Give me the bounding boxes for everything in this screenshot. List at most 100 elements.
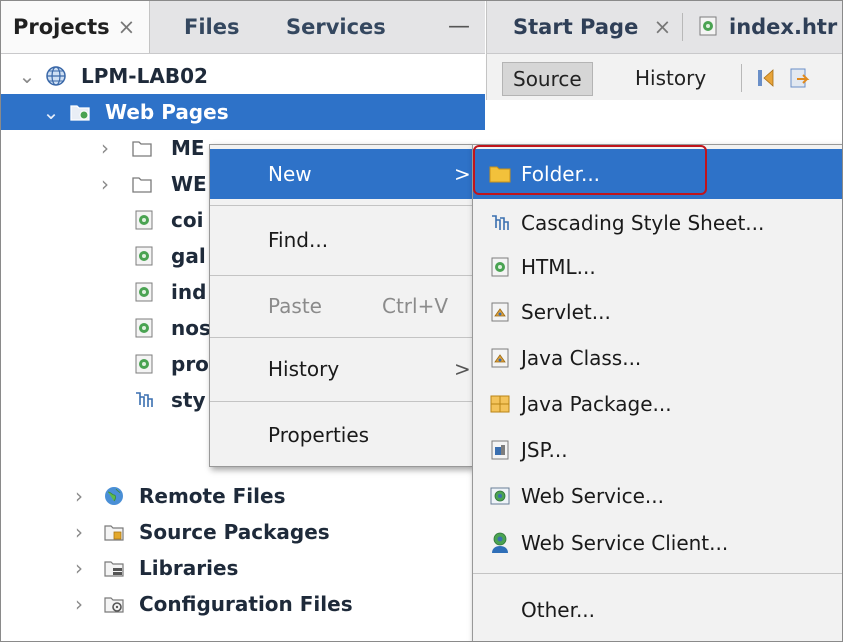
folder-highlight-annotation	[473, 145, 707, 195]
web-service-client-icon	[492, 532, 508, 553]
tab-services[interactable]: Services	[286, 1, 386, 53]
menu-item-properties[interactable]: Properties	[210, 407, 472, 463]
java-package-icon	[490, 395, 510, 413]
toolbar-separator	[741, 64, 742, 92]
chevron-right-icon[interactable]: ›	[69, 586, 89, 622]
menu-item-find[interactable]: Find...	[210, 211, 472, 269]
tree-node-label: sty	[171, 388, 206, 412]
menu-item-new[interactable]: New >	[210, 149, 472, 199]
chevron-right-icon[interactable]: ›	[69, 514, 89, 550]
web-project-icon	[46, 66, 66, 86]
web-pages-folder-icon	[70, 105, 90, 121]
css-icon	[492, 215, 509, 230]
menu-separator	[210, 337, 472, 338]
menu-item-label: Properties	[268, 423, 370, 447]
chevron-right-icon: >	[454, 162, 471, 186]
menu-separator	[473, 573, 842, 574]
tree-node-label: ind	[171, 280, 207, 304]
submenu-item-servlet[interactable]: Servlet...	[473, 289, 842, 335]
submenu-item-html[interactable]: HTML...	[473, 245, 842, 289]
back-to-last-edit-icon[interactable]	[755, 66, 779, 90]
chevron-down-icon[interactable]: ⌄	[17, 58, 37, 94]
tree-node-label: nos	[171, 316, 211, 340]
tree-node-label: Libraries	[139, 556, 239, 580]
configuration-files-icon	[104, 597, 124, 613]
menu-item-label: JSP...	[521, 438, 568, 462]
menu-item-paste[interactable]: Paste Ctrl+V	[210, 281, 472, 331]
html-file-icon	[135, 354, 153, 374]
tab-projects-label: Projects	[13, 15, 110, 39]
new-submenu: Folder... Cascading Style Sheet... HTML.…	[472, 144, 842, 641]
submenu-item-web-service[interactable]: Web Service...	[473, 473, 842, 519]
history-button[interactable]: History	[625, 62, 716, 94]
close-icon[interactable]: ×	[118, 15, 136, 39]
submenu-item-jsp[interactable]: JSP...	[473, 427, 842, 473]
tree-node-label: WE	[171, 172, 207, 196]
tree-node-web-pages[interactable]: ⌄ Web Pages	[1, 94, 485, 130]
menu-item-history[interactable]: History >	[210, 343, 472, 395]
submenu-item-web-service-client[interactable]: Web Service Client...	[473, 519, 842, 567]
tree-node-label: pro	[171, 352, 209, 376]
html-file-icon	[135, 210, 153, 230]
chevron-right-icon[interactable]: ›	[95, 166, 115, 202]
java-class-icon	[491, 348, 509, 368]
folder-icon	[132, 141, 152, 157]
menu-item-label: Java Class...	[521, 346, 642, 370]
tree-node-label: ME	[171, 136, 205, 160]
tree-node-label: Web Pages	[105, 100, 229, 124]
html-file-icon	[135, 246, 153, 266]
html-file-icon	[135, 282, 153, 302]
source-packages-icon	[104, 525, 124, 541]
minimize-icon[interactable]: —	[448, 1, 470, 53]
tree-node-label: Configuration Files	[139, 592, 353, 616]
menu-separator	[210, 205, 472, 206]
menu-separator	[210, 275, 472, 276]
tree-node-label: gal	[171, 244, 206, 268]
shortcut-label: Ctrl+V	[382, 294, 449, 318]
chevron-right-icon[interactable]: ›	[69, 478, 89, 514]
submenu-item-java-package[interactable]: Java Package...	[473, 381, 842, 427]
submenu-item-css[interactable]: Cascading Style Sheet...	[473, 201, 842, 245]
menu-item-label: Cascading Style Sheet...	[521, 211, 765, 235]
chevron-right-icon[interactable]: ›	[95, 130, 115, 166]
servlet-icon	[491, 302, 509, 322]
editor-toolbar: Source History	[486, 54, 842, 100]
chevron-right-icon: >	[454, 357, 471, 381]
jsp-icon	[491, 440, 509, 460]
menu-item-label: New	[268, 162, 312, 186]
submenu-item-other[interactable]: Other...	[473, 581, 842, 639]
folder-icon	[132, 177, 152, 193]
html-file-icon	[699, 16, 717, 36]
chevron-right-icon[interactable]: ›	[69, 550, 89, 586]
menu-item-label: Find...	[268, 228, 329, 252]
web-service-icon	[490, 487, 510, 505]
menu-item-label: Paste	[268, 294, 322, 318]
menu-item-label: Web Service...	[521, 484, 664, 508]
tab-start-page[interactable]: Start Page ×	[513, 1, 671, 53]
ide-window: Projects × Files Services — ⌄ LPM-LAB02 ⌄…	[0, 0, 843, 642]
tab-files[interactable]: Files	[184, 1, 239, 53]
tree-node-label: LPM-LAB02	[81, 64, 208, 88]
tree-node-label: Source Packages	[139, 520, 330, 544]
menu-item-label: History	[268, 357, 340, 381]
source-button[interactable]: Source	[502, 62, 593, 96]
back-icon[interactable]	[787, 66, 811, 90]
context-menu: New > Find... Paste Ctrl+V History > Pro…	[209, 144, 473, 467]
tree-node-label: coi	[171, 208, 204, 232]
tab-start-page-label: Start Page	[513, 15, 639, 39]
close-icon[interactable]: ×	[654, 15, 672, 39]
css-icon	[136, 392, 153, 407]
tab-projects[interactable]: Projects ×	[1, 1, 151, 53]
chevron-down-icon[interactable]: ⌄	[41, 94, 61, 130]
menu-separator	[210, 401, 472, 402]
tab-index-html-label: index.htr	[729, 15, 838, 39]
html-file-icon	[491, 257, 509, 277]
tree-node-label: Remote Files	[139, 484, 286, 508]
globe-icon	[105, 487, 123, 505]
menu-item-label: Web Service Client...	[521, 531, 729, 555]
projects-panel-tabbar: Projects × Files Services —	[1, 1, 485, 54]
submenu-item-java-class[interactable]: Java Class...	[473, 335, 842, 381]
html-file-icon	[135, 318, 153, 338]
menu-item-label: HTML...	[521, 255, 596, 279]
editor-tabbar: Start Page × index.htr	[486, 1, 842, 54]
